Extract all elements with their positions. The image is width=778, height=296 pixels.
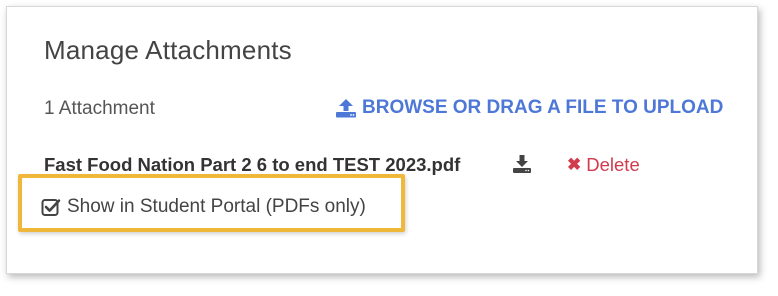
panel-title: Manage Attachments bbox=[44, 35, 292, 65]
attachments-panel: Manage Attachments 1 Attachment BROWSE O… bbox=[6, 6, 758, 274]
attachment-count: 1 Attachment bbox=[44, 98, 155, 119]
close-icon: ✖ bbox=[567, 155, 582, 174]
student-portal-label: Show in Student Portal (PDFs only) bbox=[67, 196, 366, 217]
delete-button[interactable]: ✖ Delete bbox=[567, 154, 640, 176]
delete-label: Delete bbox=[586, 154, 640, 175]
upload-button[interactable]: BROWSE OR DRAG A FILE TO UPLOAD bbox=[335, 97, 723, 119]
download-icon[interactable] bbox=[512, 154, 532, 174]
upload-label: BROWSE OR DRAG A FILE TO UPLOAD bbox=[362, 97, 724, 118]
upload-icon bbox=[335, 98, 357, 118]
file-name[interactable]: Fast Food Nation Part 2 6 to end TEST 20… bbox=[44, 154, 460, 176]
student-portal-checkbox-row[interactable]: Show in Student Portal (PDFs only) bbox=[41, 196, 366, 218]
checkbox-checked-icon[interactable] bbox=[41, 197, 61, 217]
